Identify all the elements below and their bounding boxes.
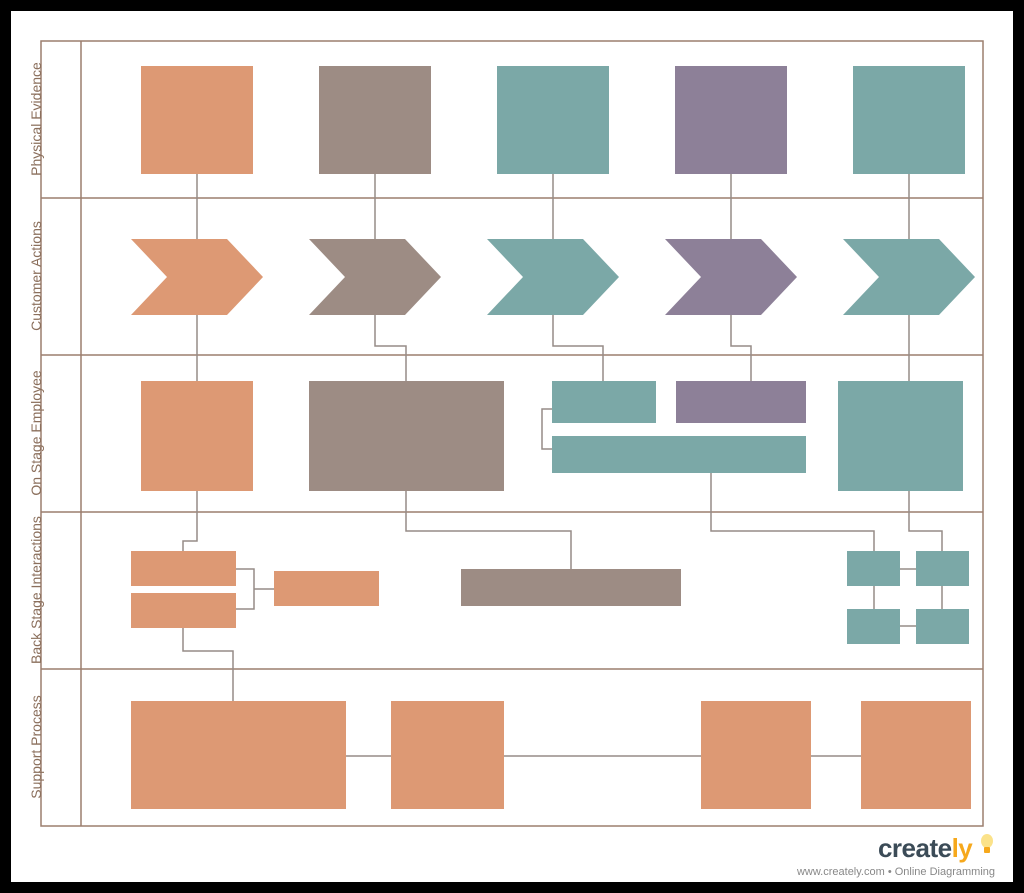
logo-text-2: ly xyxy=(952,833,973,863)
lane-support-shapes xyxy=(131,701,971,809)
box-bs-2 xyxy=(461,569,681,606)
lightbulb-icon xyxy=(979,833,995,866)
box-sp-2 xyxy=(391,701,504,809)
box-os-3b xyxy=(676,381,806,423)
box-pe-4 xyxy=(675,66,787,174)
chevron-5 xyxy=(843,239,975,315)
branding-tagline: www.creately.com • Online Diagramming xyxy=(797,866,995,878)
lane-onstage-shapes xyxy=(141,381,963,491)
chevron-4 xyxy=(665,239,797,315)
box-bs-1a xyxy=(131,551,236,586)
box-bs-3b xyxy=(916,551,969,586)
lane-label-onstage: On Stage Employee xyxy=(28,353,44,513)
lane-label-backstage: Back Stage Interactions xyxy=(28,510,44,670)
chevron-3 xyxy=(487,239,619,315)
box-pe-1 xyxy=(141,66,253,174)
box-bs-3c xyxy=(847,609,900,644)
box-bs-1c xyxy=(274,571,379,606)
box-pe-2 xyxy=(319,66,431,174)
branding-footer: creately www.creately.com • Online Diagr… xyxy=(797,833,995,878)
diagram-page: Physical Evidence Customer Actions On St… xyxy=(11,11,1013,882)
box-os-3c xyxy=(552,436,806,473)
box-os-4 xyxy=(838,381,963,491)
box-bs-3a xyxy=(847,551,900,586)
box-sp-1 xyxy=(131,701,346,809)
box-sp-4 xyxy=(861,701,971,809)
box-pe-5 xyxy=(853,66,965,174)
creately-logo: creately xyxy=(797,833,995,866)
chevron-2 xyxy=(309,239,441,315)
box-bs-3d xyxy=(916,609,969,644)
lane-label-physical-evidence: Physical Evidence xyxy=(28,39,44,199)
logo-text-1: create xyxy=(878,833,952,863)
lane-label-customer-actions: Customer Actions xyxy=(28,196,44,356)
box-os-1 xyxy=(141,381,253,491)
box-pe-3 xyxy=(497,66,609,174)
diagram-canvas xyxy=(11,11,1013,882)
lane-physical-evidence-shapes xyxy=(141,66,965,174)
box-os-3a xyxy=(552,381,656,423)
lane-customer-actions-shapes xyxy=(131,239,975,315)
box-bs-1b xyxy=(131,593,236,628)
lane-label-support: Support Process xyxy=(28,667,44,827)
chevron-1 xyxy=(131,239,263,315)
box-os-2 xyxy=(309,381,504,491)
lane-backstage-shapes xyxy=(131,551,969,644)
box-sp-3 xyxy=(701,701,811,809)
